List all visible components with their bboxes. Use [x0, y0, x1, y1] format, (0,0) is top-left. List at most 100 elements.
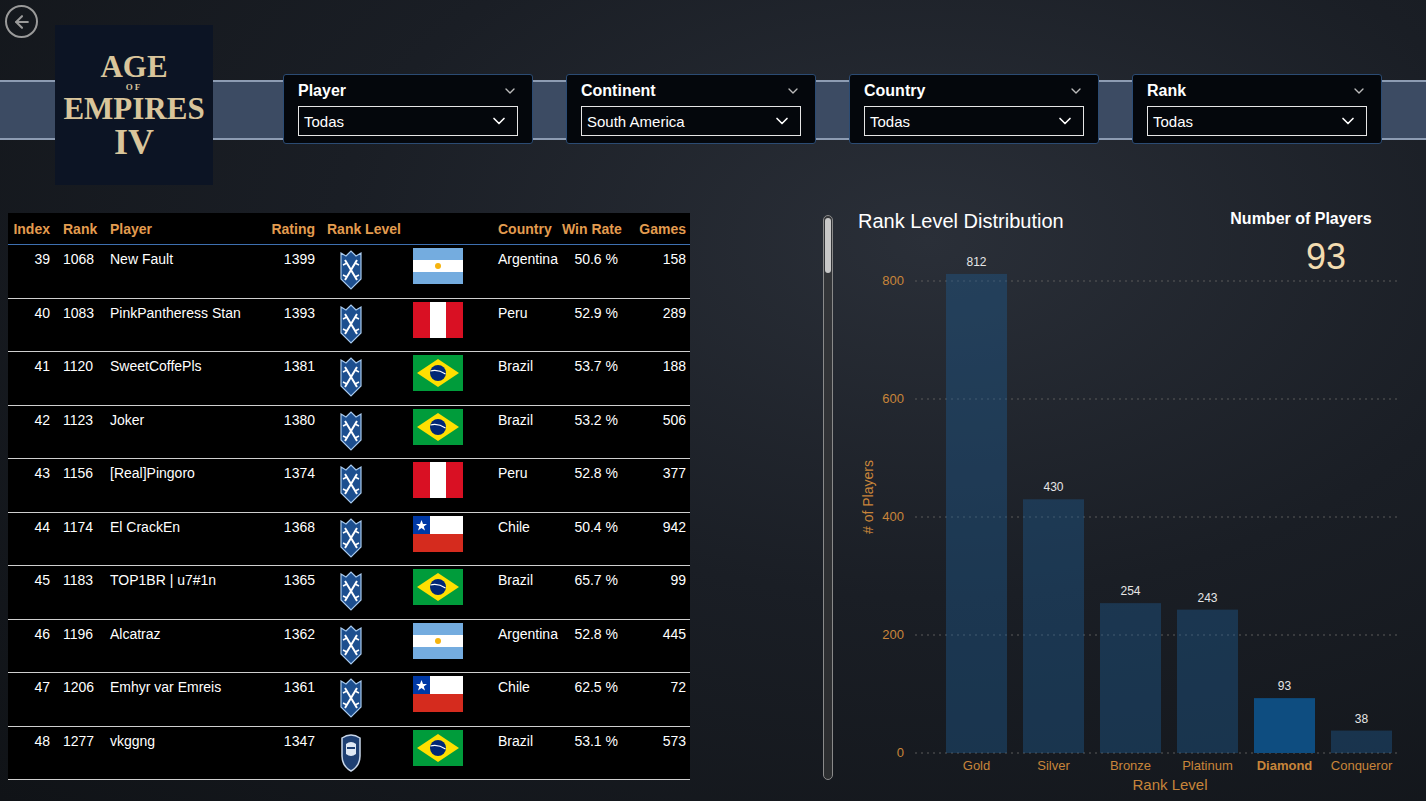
rank-level-cell [317, 727, 403, 775]
logo-text: OF [126, 83, 143, 92]
diamond-rank-icon [337, 678, 365, 718]
table-row[interactable]: 411120SweetCoffePls1381Brazil53.7 %188 [8, 352, 690, 406]
index-cell: 39 [8, 245, 56, 267]
diamond-rank-icon [337, 250, 365, 290]
flag-cell [403, 352, 493, 394]
chevron-down-icon[interactable] [785, 83, 801, 99]
player-cell: TOP1BR | u7#1n [108, 566, 263, 588]
chart-bar[interactable] [1100, 603, 1161, 753]
table-row[interactable]: 461196Alcatraz1362Argentina52.8 %445 [8, 620, 690, 674]
country-flag-icon [413, 516, 463, 552]
diamond-rank-icon [337, 518, 365, 558]
country-flag-icon [413, 409, 463, 445]
country-cell: Brazil [493, 352, 562, 374]
column-header[interactable]: Country [493, 221, 562, 237]
rank-cell: 1183 [56, 566, 108, 588]
chevron-down-icon[interactable] [502, 83, 518, 99]
country-flag-icon [413, 623, 463, 659]
y-tick: 200 [882, 627, 904, 642]
country-cell: Peru [493, 459, 562, 481]
platinum-rank-icon [337, 732, 365, 772]
table-row[interactable]: 481277vkggng1347Brazil53.1 %573 [8, 727, 690, 781]
player-cell: Joker [108, 406, 263, 428]
rank-level-cell [317, 566, 403, 614]
scrollbar-thumb[interactable] [825, 218, 831, 273]
y-tick: 600 [882, 391, 904, 406]
chart-bar[interactable] [1177, 610, 1238, 753]
filter-dropdown[interactable]: Todas [298, 106, 518, 136]
chevron-down-icon[interactable] [1068, 83, 1084, 99]
country-flag-icon [413, 676, 463, 712]
rating-cell: 1374 [263, 459, 317, 481]
bar-value-label: 254 [1120, 584, 1140, 598]
flag-cell [403, 299, 493, 341]
rank-level-cell [317, 673, 403, 721]
column-header[interactable]: Rank Level [317, 221, 403, 237]
chart-bar[interactable] [1254, 698, 1315, 753]
card-title: Number of Players [1223, 210, 1379, 228]
player-cell: New Fault [108, 245, 263, 267]
rating-cell: 1361 [263, 673, 317, 695]
y-tick: 400 [882, 509, 904, 524]
country-cell: Argentina [493, 620, 562, 642]
filter-dropdown[interactable]: South America [581, 106, 801, 136]
country-cell: Brazil [493, 566, 562, 588]
index-cell: 48 [8, 727, 56, 749]
table-row[interactable]: 441174El CrackEn1368Chile50.4 %942 [8, 513, 690, 567]
country-flag-icon [413, 569, 463, 605]
table-row[interactable]: 391068New Fault1399Argentina50.6 %158 [8, 245, 690, 299]
chart-bar[interactable] [1331, 731, 1392, 753]
filter-dropdown[interactable]: Todas [864, 106, 1084, 136]
logo-text: EMPIRES [63, 93, 204, 124]
country-cell: Chile [493, 513, 562, 535]
flag-cell [403, 459, 493, 501]
table-row[interactable]: 471206Emhyr var Emreis1361Chile62.5 %72 [8, 673, 690, 727]
filter-slicer: ContinentSouth America [566, 74, 816, 144]
chevron-down-icon[interactable] [1351, 83, 1367, 99]
column-header[interactable]: Rank [56, 221, 108, 237]
column-header[interactable]: Index [8, 221, 56, 237]
rating-cell: 1393 [263, 299, 317, 321]
bar-value-label: 243 [1197, 591, 1217, 605]
chart-bar[interactable] [1023, 499, 1084, 753]
index-cell: 46 [8, 620, 56, 642]
table-row[interactable]: 421123Joker1380Brazil53.2 %506 [8, 406, 690, 460]
player-cell: vkggng [108, 727, 263, 749]
chevron-down-icon [1338, 111, 1358, 131]
filter-dropdown[interactable]: Todas [1147, 106, 1367, 136]
diamond-rank-icon [337, 304, 365, 344]
flag-cell [403, 673, 493, 715]
filter-slicer: CountryTodas [849, 74, 1099, 144]
win-rate-cell: 53.2 % [562, 406, 622, 428]
column-header[interactable]: Rating [263, 221, 317, 237]
table-header: IndexRankPlayerRatingRank Level CountryWi… [8, 213, 690, 245]
column-header[interactable]: Games [622, 221, 690, 237]
table-row[interactable]: 451183TOP1BR | u7#1n1365Brazil65.7 %99 [8, 566, 690, 620]
back-button[interactable] [5, 5, 38, 38]
chart-bar[interactable] [946, 274, 1007, 753]
win-rate-cell: 65.7 % [562, 566, 622, 588]
column-header[interactable]: Player [108, 221, 263, 237]
games-cell: 445 [622, 620, 690, 642]
x-tick: Conqueror [1331, 758, 1393, 773]
scrollbar [823, 215, 833, 780]
index-cell: 42 [8, 406, 56, 428]
dashboard: AGEOFEMPIRESIVPlayerTodasContinentSouth … [0, 0, 1426, 801]
x-tick: Bronze [1110, 758, 1151, 773]
table-row[interactable]: 401083PinkPantheress Stan1393Peru52.9 %2… [8, 299, 690, 353]
player-cell: Emhyr var Emreis [108, 673, 263, 695]
country-cell: Peru [493, 299, 562, 321]
rating-cell: 1365 [263, 566, 317, 588]
rank-cell: 1196 [56, 620, 108, 642]
player-count-card: Number of Players93 [1223, 210, 1379, 278]
rating-cell: 1380 [263, 406, 317, 428]
arrow-left-icon [12, 12, 32, 32]
games-cell: 377 [622, 459, 690, 481]
column-header[interactable]: Win Rate [562, 221, 622, 237]
rank-level-cell [317, 459, 403, 507]
table-row[interactable]: 431156[Real]Pingoro1374Peru52.8 %377 [8, 459, 690, 513]
country-flag-icon [413, 248, 463, 284]
country-cell: Argentina [493, 245, 562, 267]
bar-value-label: 812 [966, 255, 986, 269]
rank-cell: 1156 [56, 459, 108, 481]
